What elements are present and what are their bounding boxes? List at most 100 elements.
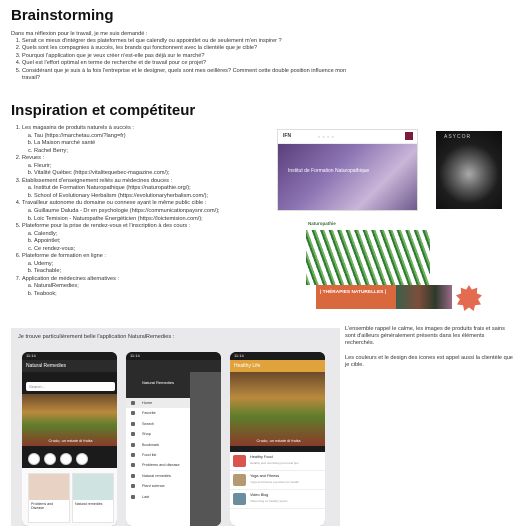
app-title: Healthy Life — [230, 360, 325, 372]
list-item[interactable]: Healthy Food Healthy and nourishing food… — [230, 452, 325, 471]
therapies-banner: | THÉRAPIES NATURELLES | — [316, 285, 396, 309]
status-bar: 11:14 — [22, 352, 117, 360]
card-label: Natural remedies — [75, 502, 103, 506]
item-subtitle: Video blog on healthy topics — [250, 499, 288, 503]
photo-tag: ASYCOR — [444, 134, 472, 140]
competitor-list: Les magasins de produits naturels à succ… — [11, 125, 292, 299]
list-item[interactable]: Video Blog Video blog on healthy topics — [230, 490, 325, 509]
ifn-logo: IFN — [283, 133, 292, 139]
competitor-item: Udemy; — [34, 261, 292, 269]
food-icon — [233, 455, 246, 467]
site-nav: IFN ━ ━ ━ ━ — [278, 130, 417, 144]
analysis-text: L'ensemble rappel le calme, les images d… — [345, 326, 513, 377]
app-bar — [126, 360, 221, 372]
card-remedies[interactable]: Natural remedies — [72, 473, 114, 523]
menu-item-plant-science[interactable]: Plant science — [126, 481, 190, 491]
item-title: Video Blog — [250, 493, 269, 497]
group-label: Plateforme pour la prise de rendez-vous … — [22, 223, 191, 230]
competitor-item: Calendly; — [34, 231, 292, 239]
status-bar: 11:14 — [126, 352, 221, 360]
competitor-item: Ce rendez-vous; — [34, 246, 292, 254]
competitor-item: La Maison marché santé — [34, 140, 292, 148]
competitor-item: NaturalRemedies; — [34, 283, 292, 291]
menu-item-favorite[interactable]: Favorite — [126, 408, 190, 418]
inspiration-title: Inspiration et compétiteur — [11, 102, 196, 119]
analysis-paragraph: Les couleurs et le design des icones est… — [345, 355, 513, 368]
competitor-item: Institut de Formation Naturopathique (ht… — [34, 185, 292, 193]
question-item: Quels sont les compagnies à succès, les … — [22, 45, 352, 52]
hero-caption: Crudo, un estate di frutta — [256, 438, 301, 443]
menu-item-search[interactable]: Search — [126, 419, 190, 429]
search-icon — [405, 132, 413, 140]
competitor-item: Loic Temision - Naturopathe Énergéticien… — [34, 216, 292, 224]
category-icon[interactable] — [44, 453, 56, 465]
question-item: Serait ce mieux d'intégrer des plateform… — [22, 38, 352, 45]
brainstorm-intro: Dans ma réflexion pour le travail, je me… — [11, 31, 148, 37]
phones-caption: Je trouve particulièrement belle l'appli… — [18, 334, 175, 340]
competitor-group: Travailleur autonome du domaine ou conne… — [22, 200, 292, 223]
menu-item-last[interactable]: Last — [126, 492, 190, 502]
category-icons — [28, 452, 112, 465]
hearts-illustration — [29, 474, 69, 500]
competitor-item: Guillaume Daluda - Dr en psychologie (ht… — [34, 208, 292, 216]
cards-row: Problems and Disease Natural remedies — [22, 468, 117, 526]
group-label: Travailleur autonome du domaine ou conne… — [22, 200, 207, 207]
ifn-website-screenshot: IFN ━ ━ ━ ━ Institut de Formation Naturo… — [277, 129, 418, 211]
group-label: Les magasins de produits naturels à succ… — [22, 125, 134, 131]
item-subtitle: Healthy and nourishing food and tips — [250, 461, 299, 465]
questions-list: Serait ce mieux d'intégrer des plateform… — [11, 38, 352, 82]
group-label: Établissement d'enseignement reliés au m… — [22, 177, 173, 184]
list-item[interactable]: Yoga and Fitness Yoga and fitness exerci… — [230, 471, 325, 490]
competitor-item: Vitalité Québec (https://vitalitequebec-… — [34, 170, 292, 178]
dark-portrait-photo: ASYCOR — [436, 131, 502, 209]
competitor-item: Tau (https://marchetau.com/?lang=fr) — [34, 133, 292, 141]
phone-healthy-life-screen: 11:14 Healthy Life Crudo, un estate di f… — [230, 352, 325, 526]
competitor-item: Teachable; — [34, 268, 292, 276]
item-title: Healthy Food — [250, 455, 273, 459]
app-title: Natural Remedies — [22, 360, 117, 372]
nav-links: ━ ━ ━ ━ — [318, 135, 335, 139]
menu-item-bookmark[interactable]: Bookmark — [126, 440, 190, 450]
competitor-item: Fleurir; — [34, 163, 292, 171]
competitor-group: Les magasins de produits naturels à succ… — [22, 125, 292, 155]
question-item: Quel est l'effort optimal en terme de re… — [22, 60, 352, 67]
menu-item-food-list[interactable]: Food list — [126, 450, 190, 460]
naturopathie-label: Naturopathie — [308, 221, 336, 226]
phone-home-screen: 11:14 Natural Remedies Search... Crudo, … — [22, 352, 117, 526]
menu-item-home[interactable]: Home — [126, 398, 190, 409]
hero-caption: Crudo, un estate di frutta — [48, 438, 93, 443]
photo-strip — [396, 285, 452, 309]
competitor-group: Plateforme de formation en ligne : Udemy… — [22, 253, 292, 276]
competitor-group: Établissement d'enseignement reliés au m… — [22, 178, 292, 201]
fruits-image — [230, 372, 325, 446]
competitor-group: Application de médecines alternatives : … — [22, 276, 292, 299]
menu-item-remedies[interactable]: Natural remedies — [126, 471, 190, 481]
question-item: Considérant que je suis à la fois l'entr… — [22, 68, 352, 83]
menu-item-problems[interactable]: Problems and disease — [126, 460, 190, 470]
feature-list: Healthy Food Healthy and nourishing food… — [230, 452, 325, 526]
drawer-scrim — [190, 372, 221, 526]
group-label: Application de médecines alternatives : — [22, 275, 120, 282]
competitor-group: Revues : Fleurir;Vitalité Québec (https:… — [22, 155, 292, 178]
banner-text: | THÉRAPIES NATURELLES | — [320, 290, 387, 295]
analysis-paragraph: L'ensemble rappel le calme, les images d… — [345, 326, 505, 346]
card-problems[interactable]: Problems and Disease — [28, 473, 70, 523]
category-icon[interactable] — [28, 453, 40, 465]
card-label: Problems and Disease — [31, 502, 54, 510]
starburst-badge — [456, 285, 482, 311]
item-subtitle: Yoga and fitness exercises for health — [250, 480, 299, 484]
hero-title: Institut de Formation Naturopathique — [288, 168, 370, 174]
remedy-illustration — [73, 474, 113, 500]
competitor-item: Appointlet; — [34, 238, 292, 246]
competitor-group: Plateforme pour la prise de rendez-vous … — [22, 223, 292, 253]
menu-item-shop[interactable]: Shop — [126, 429, 190, 439]
video-icon — [233, 493, 246, 505]
search-input[interactable]: Search... — [26, 382, 115, 391]
naturopathie-image: Naturopathie — [306, 218, 430, 285]
status-bar: 11:14 — [230, 352, 325, 360]
category-icon[interactable] — [60, 453, 72, 465]
navigation-drawer: Natural Remedies Home Favorite Search Sh… — [126, 372, 190, 526]
phone-menu-screen: 11:14 Natural Remedies Home Favorite Sea… — [126, 352, 221, 526]
item-title: Yoga and Fitness — [250, 474, 280, 478]
category-icon[interactable] — [76, 453, 88, 465]
